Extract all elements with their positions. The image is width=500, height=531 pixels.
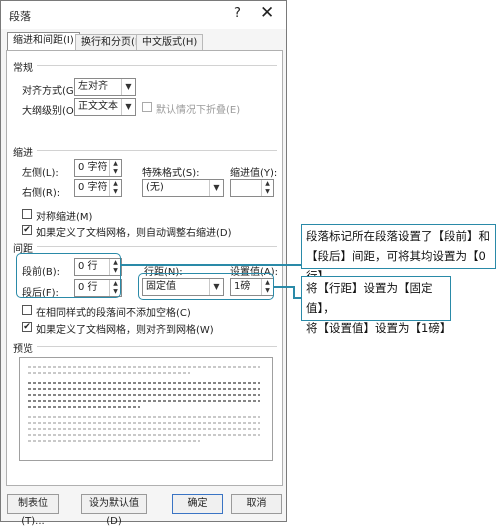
set-default-button[interactable]: 设为默认值(D) bbox=[81, 494, 147, 527]
dialog-title: 段落 bbox=[9, 10, 31, 23]
spin-down-icon[interactable]: ▼ bbox=[110, 188, 121, 196]
tab-asian-typography[interactable]: 中文版式(H) bbox=[136, 34, 204, 51]
indent-by-spinner[interactable]: ▲ ▼ bbox=[230, 179, 274, 197]
special-indent-value: (无) bbox=[146, 182, 164, 193]
alignment-select[interactable]: 左对齐 ▼ bbox=[74, 78, 136, 96]
preview-section-title: 预览 bbox=[13, 344, 33, 355]
mirror-indents-checkbox[interactable] bbox=[22, 209, 32, 219]
ok-button[interactable]: 确定 bbox=[172, 494, 223, 514]
tab-indents-spacing[interactable]: 缩进和间距(I) bbox=[7, 32, 80, 51]
left-indent-spinner[interactable]: 0 字符 ▲ ▼ bbox=[74, 159, 122, 177]
divider bbox=[37, 150, 277, 151]
spin-down-icon[interactable]: ▼ bbox=[262, 188, 273, 196]
snap-to-grid-label: 如果定义了文档网格，则对齐到网格(W) bbox=[36, 325, 214, 336]
collapse-label: 默认情况下折叠(E) bbox=[156, 105, 241, 116]
connector-line bbox=[121, 264, 304, 266]
indent-section-title: 缩进 bbox=[13, 148, 33, 159]
outline-level-value: 正文文本 bbox=[78, 101, 118, 112]
chevron-down-icon[interactable]: ▼ bbox=[209, 180, 223, 196]
callout-line-spacing: 将【行距】设置为【固定值】， 将【设置值】设置为【1磅】 bbox=[301, 276, 451, 335]
help-button[interactable]: ? bbox=[234, 6, 241, 21]
no-space-same-style-checkbox[interactable] bbox=[22, 305, 32, 315]
connector-line bbox=[274, 286, 294, 288]
title-bar: 段落 ? ✕ bbox=[1, 1, 286, 29]
alignment-label: 对齐方式(G): bbox=[22, 86, 81, 97]
no-space-same-style-label: 在相同样式的段落间不添加空格(C) bbox=[36, 308, 191, 319]
divider bbox=[37, 65, 277, 66]
special-indent-select[interactable]: (无) ▼ bbox=[142, 179, 224, 197]
preview-box bbox=[19, 357, 273, 461]
outline-level-label: 大纲级别(O): bbox=[22, 106, 82, 117]
auto-adjust-label: 如果定义了文档网格，则自动调整右缩进(D) bbox=[36, 228, 232, 239]
spin-up-icon[interactable]: ▲ bbox=[262, 180, 273, 188]
preview-text-lines bbox=[28, 366, 260, 442]
special-indent-label: 特殊格式(S): bbox=[142, 168, 200, 179]
chevron-down-icon[interactable]: ▼ bbox=[121, 99, 135, 115]
callout-spacing-line1: 段落标记所在段落设置了【段前】和 bbox=[306, 229, 490, 243]
indent-by-label: 缩进值(Y): bbox=[230, 168, 278, 179]
divider bbox=[37, 346, 277, 347]
left-indent-label: 左侧(L): bbox=[22, 168, 59, 179]
highlight-line-spacing bbox=[138, 273, 274, 300]
outline-level-select[interactable]: 正文文本 ▼ bbox=[74, 98, 136, 116]
general-section-title: 常规 bbox=[13, 63, 33, 74]
collapse-checkbox[interactable] bbox=[142, 102, 152, 112]
auto-adjust-checkbox[interactable]: ✔ bbox=[22, 225, 32, 235]
spin-up-icon[interactable]: ▲ bbox=[110, 160, 121, 168]
right-indent-value: 0 字符 bbox=[78, 182, 108, 193]
close-icon[interactable]: ✕ bbox=[260, 3, 274, 23]
callout-line-spacing-line2: 将【设置值】设置为【1磅】 bbox=[306, 321, 452, 335]
tabs-button[interactable]: 制表位(T)... bbox=[7, 494, 59, 527]
callout-spacing: 段落标记所在段落设置了【段前】和 【段后】间距，可将其均设置为【0行】 bbox=[301, 224, 496, 283]
divider bbox=[37, 246, 277, 247]
left-indent-value: 0 字符 bbox=[78, 162, 108, 173]
mirror-indents-label: 对称缩进(M) bbox=[36, 212, 93, 223]
callout-line-spacing-line1: 将【行距】设置为【固定值】， bbox=[306, 281, 433, 315]
spin-down-icon[interactable]: ▼ bbox=[110, 168, 121, 176]
right-indent-spinner[interactable]: 0 字符 ▲ ▼ bbox=[74, 179, 122, 197]
right-indent-label: 右侧(R): bbox=[22, 188, 61, 199]
highlight-spacing-before-after bbox=[16, 253, 121, 298]
alignment-value: 左对齐 bbox=[78, 81, 108, 92]
snap-to-grid-checkbox[interactable]: ✔ bbox=[22, 322, 32, 332]
cancel-button[interactable]: 取消 bbox=[231, 494, 282, 514]
spin-up-icon[interactable]: ▲ bbox=[110, 180, 121, 188]
chevron-down-icon[interactable]: ▼ bbox=[121, 79, 135, 95]
connector-line bbox=[293, 297, 301, 299]
